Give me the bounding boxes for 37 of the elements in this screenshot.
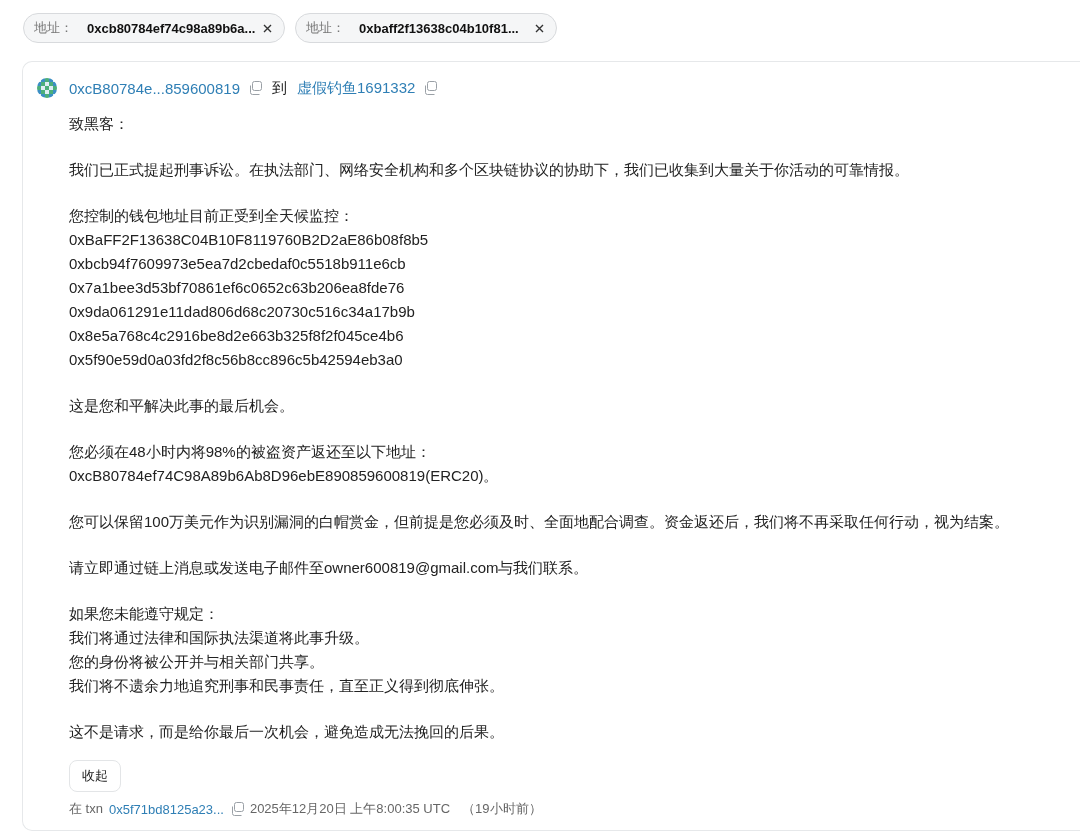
- recipient-link[interactable]: 虚假钓鱼1691332: [297, 78, 416, 98]
- message-line: 您控制的钱包地址目前正受到全天候监控：: [69, 206, 355, 226]
- message-line: 0x9da061291e11dad806d68c20730c516c34a17b9b: [69, 302, 416, 322]
- message-line: 如果您未能遵守规定：: [69, 604, 220, 624]
- message-line: 您必须在48小时内将98%的被盗资产返还至以下地址：: [69, 442, 432, 462]
- message-line: 致黑客：: [69, 114, 130, 134]
- message-line: 您的身份将被公开并与相关部门共享。: [69, 652, 325, 672]
- txn-label: 在 txn: [69, 800, 103, 818]
- message-line: 您可以保留100万美元作为识别漏洞的白帽赏金，但前提是您必须及时、全面地配合调查。资金返还后，我们将不再采取任何行动，视为结案。: [69, 512, 1011, 532]
- avatar-icon: [37, 78, 57, 98]
- filter-label: 地址：: [306, 19, 345, 37]
- message-line: 0xbcb94f7609973e5ea7d2cbedaf0c5518b911e6cb: [69, 254, 407, 274]
- message-line: 0x7a1bee3d53bf70861ef6c0652c63b206ea8fde76: [69, 278, 406, 298]
- filter-value: 0xbaff2f13638c04b10f81...: [359, 20, 520, 36]
- sender-link[interactable]: 0xcB80784e...859600819: [69, 79, 240, 97]
- message-line: 这是您和平解决此事的最后机会。: [69, 396, 295, 416]
- close-icon[interactable]: [535, 23, 544, 33]
- timestamp: 2025年12月20日 上午8:00:35 UTC: [249, 800, 451, 818]
- message-line: 我们已正式提起刑事诉讼。在执法部门、网络安全机构和多个区块链协议的协助下，我们已收集到大量关于你活动的可靠情报。: [69, 160, 910, 180]
- copy-icon[interactable]: [229, 802, 244, 816]
- close-icon[interactable]: [263, 23, 272, 33]
- message-line: 0x5f90e59d0a03fd2f8c56b8cc896c5b42594eb3a0: [69, 350, 404, 370]
- collapse-button[interactable]: 收起: [69, 760, 121, 792]
- message-line: 请立即通过链上消息或发送电子邮件至owner600819@gmail.com与我们联系。: [69, 558, 590, 578]
- copy-icon[interactable]: [248, 81, 262, 95]
- txn-link[interactable]: 0x5f71bd8125a23...: [108, 801, 224, 817]
- message-line: 我们将不遗余力地追究刑事和民事责任，直至正义得到彻底伸张。: [69, 676, 505, 696]
- copy-icon[interactable]: [423, 81, 438, 95]
- message-line: 我们将通过法律和国际执法渠道将此事升级。: [69, 628, 370, 648]
- message-line: 0xcB80784ef74C98A89b6Ab8D96ebE890859600819(ERC20)。: [69, 466, 500, 486]
- relative-time: （19小时前）: [462, 800, 542, 818]
- message-line: 这不是请求，而是给你最后一次机会，避免造成无法挽回的后果。: [69, 722, 505, 742]
- message-line: 0xBaFF2F13638C04B10F8119760B2D2aE86b08f8b5: [69, 230, 430, 250]
- message-line: 0x8e5a768c4c2916be8d2e663b325f8f2f045ce4b6: [69, 326, 405, 346]
- filter-value: 0xcb80784ef74c98a89b6a...: [87, 20, 257, 36]
- connector-text: 到: [272, 78, 287, 98]
- filter-label: 地址：: [34, 19, 73, 37]
